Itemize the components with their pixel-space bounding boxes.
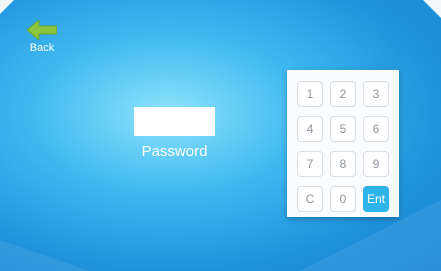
key-5-button[interactable]: 5 (330, 116, 356, 142)
back-button[interactable]: Back (22, 20, 62, 60)
key-0-button[interactable]: 0 (330, 186, 356, 212)
key-4-button[interactable]: 4 (297, 116, 323, 142)
key-enter-button[interactable]: Ent (363, 186, 389, 212)
key-7-button[interactable]: 7 (297, 151, 323, 177)
key-3-button[interactable]: 3 (363, 81, 389, 107)
key-clear-button[interactable]: C (297, 186, 323, 212)
key-9-button[interactable]: 9 (363, 151, 389, 177)
key-1-button[interactable]: 1 (297, 81, 323, 107)
key-2-button[interactable]: 2 (330, 81, 356, 107)
arrow-left-icon (27, 20, 57, 40)
password-label: Password (141, 143, 208, 160)
back-label: Back (29, 42, 55, 54)
keypad-grid: 1 2 3 4 5 6 7 8 9 C 0 Ent (297, 81, 391, 212)
numeric-keypad: 1 2 3 4 5 6 7 8 9 C 0 Ent (287, 70, 399, 217)
key-6-button[interactable]: 6 (363, 116, 389, 142)
password-input[interactable] (134, 107, 215, 136)
key-8-button[interactable]: 8 (330, 151, 356, 177)
